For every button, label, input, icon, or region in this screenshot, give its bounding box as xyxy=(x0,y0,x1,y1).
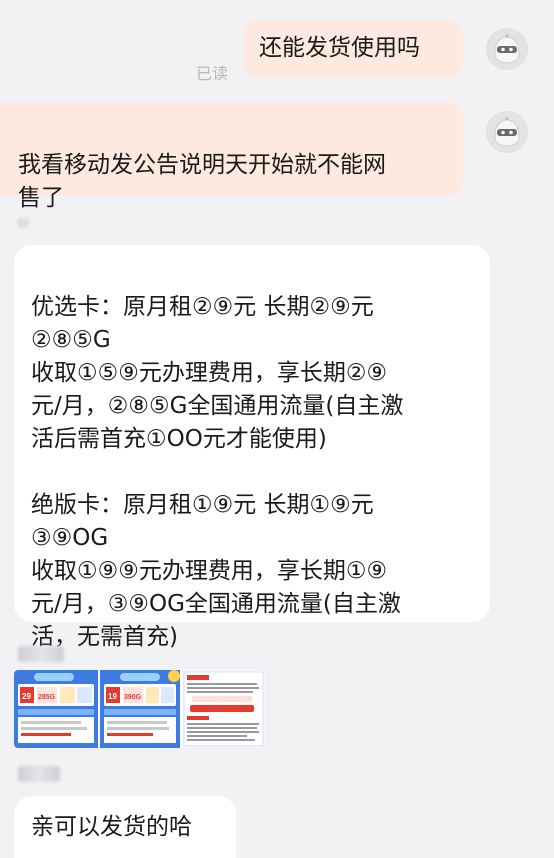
message-text: 还能发货使用吗 xyxy=(259,35,420,61)
chat-screen: { "messages": { "m1": { "text": "还能发货使用吗… xyxy=(0,0,554,858)
promo-image: 29 285G 19 390G xyxy=(14,670,265,748)
ninja-avatar-icon xyxy=(486,28,528,70)
message-text: 优选卡：原月租②⑨元 长期②⑨元 ②⑧⑤G 收取①⑤⑨元办理费用，享长期②⑨ 元… xyxy=(31,294,404,650)
sender-name-blurred xyxy=(18,646,64,662)
outgoing-message-bubble[interactable]: 我看移动发公告说明天开始就不能网 售了 xyxy=(0,102,463,211)
incoming-message-bubble[interactable]: 亲可以发货的哈 xyxy=(14,796,236,858)
message-text: 我看移动发公告说明天开始就不能网 售了 xyxy=(18,152,386,211)
user-avatar[interactable] xyxy=(486,28,528,70)
card1-data: 285G xyxy=(38,694,56,701)
card2-price: 19 xyxy=(108,692,117,701)
read-receipt: 已读 xyxy=(196,64,229,83)
ninja-avatar-icon xyxy=(486,111,528,153)
image-message[interactable]: 29 285G 19 390G xyxy=(14,670,265,748)
incoming-message-bubble[interactable]: 优选卡：原月租②⑨元 长期②⑨元 ②⑧⑤G 收取①⑤⑨元办理费用，享长期②⑨ 元… xyxy=(14,245,490,650)
card2-data: 390G xyxy=(124,694,142,701)
sender-name-blurred xyxy=(18,766,60,782)
card1-price: 29 xyxy=(22,692,31,701)
sender-name-blurred xyxy=(18,214,42,232)
outgoing-message-bubble[interactable]: 还能发货使用吗 xyxy=(243,20,463,78)
user-avatar[interactable] xyxy=(486,111,528,153)
message-text: 亲可以发货的哈 xyxy=(31,814,192,840)
